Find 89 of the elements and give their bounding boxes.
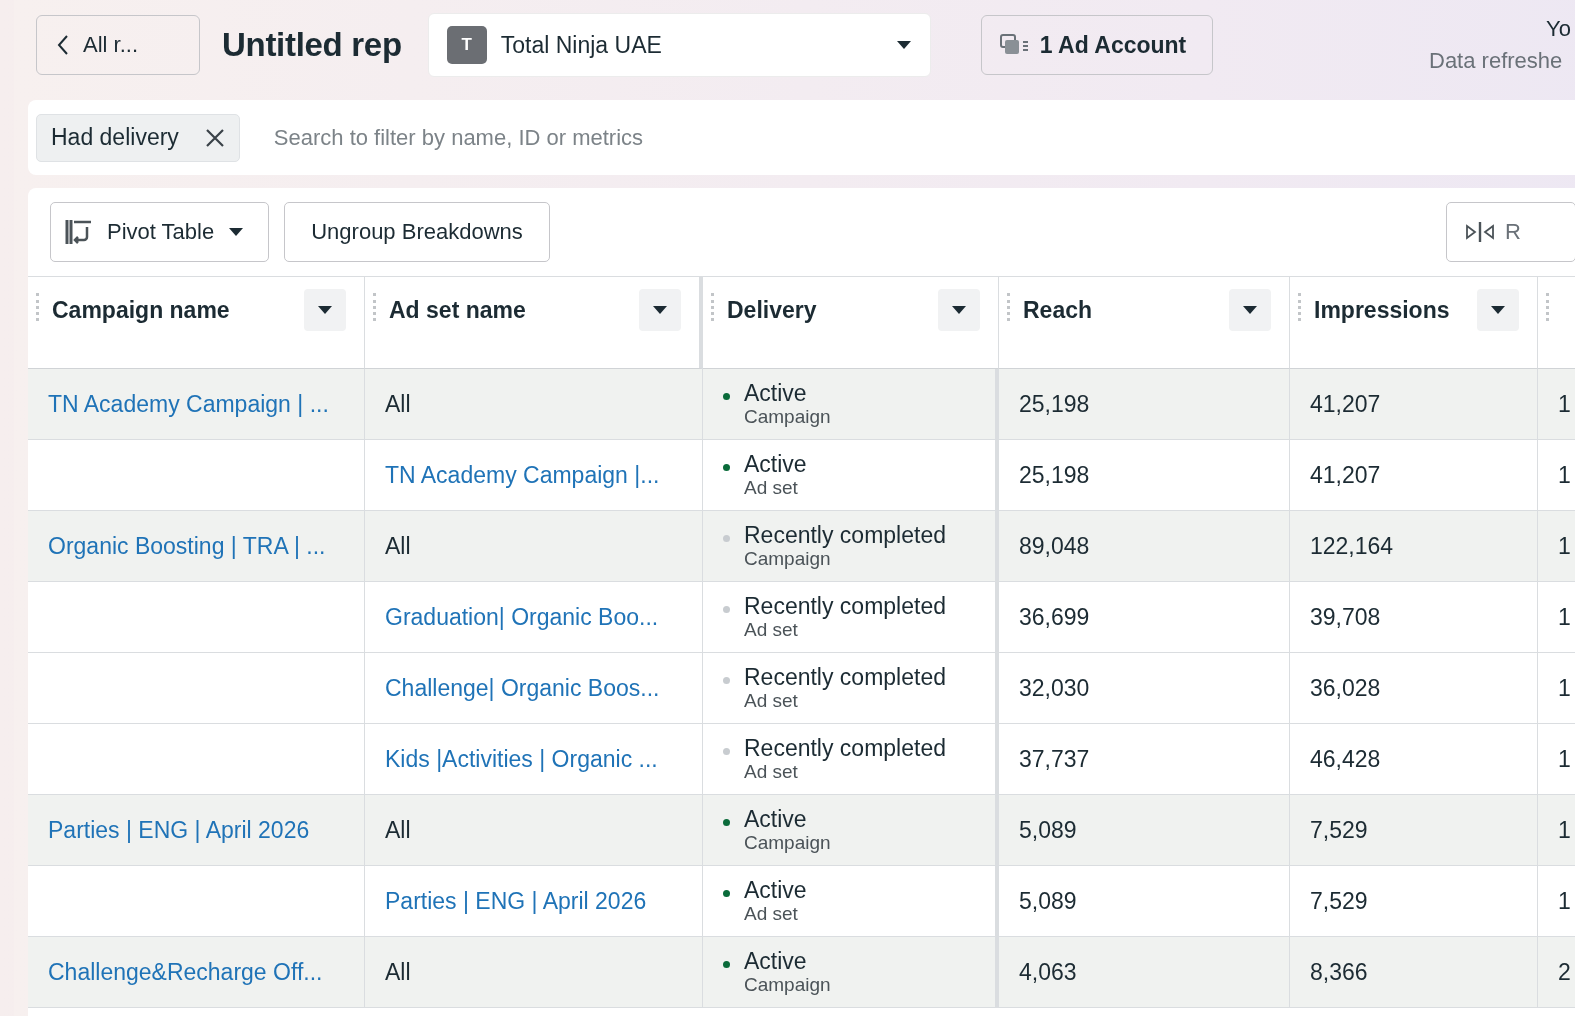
column-menu-button[interactable] — [304, 289, 346, 331]
filter-chip[interactable]: Had delivery — [36, 113, 240, 162]
caret-icon — [652, 305, 668, 315]
reach-value: 37,737 — [1019, 745, 1090, 773]
ad-set-link[interactable]: Parties | ENG | April 2026 — [385, 887, 647, 915]
delivery-level: Campaign — [744, 974, 831, 997]
cell-value: 1 — [1558, 816, 1571, 844]
delivery-level: Campaign — [744, 406, 831, 429]
column-menu-button[interactable] — [938, 289, 980, 331]
reach-value: 5,089 — [1019, 816, 1077, 844]
impressions-value: 41,207 — [1310, 390, 1381, 418]
reach-value: 4,063 — [1019, 958, 1077, 986]
pivot-icon — [65, 219, 93, 245]
reach-value: 25,198 — [1019, 390, 1090, 418]
ad-set-text: All — [385, 390, 411, 418]
delivery-status: Recently completed — [744, 734, 946, 762]
campaign-link[interactable]: TN Academy Campaign | ... — [48, 390, 329, 418]
cell-value: 1 — [1558, 745, 1571, 773]
reach-value: 89,048 — [1019, 532, 1090, 560]
campaign-link[interactable]: Organic Boosting | TRA | ... — [48, 532, 326, 560]
reach-value: 25,198 — [1019, 461, 1090, 489]
delivery-status: Active — [744, 379, 808, 407]
back-icon — [57, 34, 69, 56]
impressions-value: 41,207 — [1310, 461, 1381, 489]
account-avatar: T — [446, 26, 487, 64]
delivery-level: Campaign — [744, 832, 831, 855]
cell-value: 2 — [1558, 958, 1571, 986]
caret-icon — [1490, 305, 1506, 315]
ad-set-link[interactable]: Kids |Activities | Organic ... — [385, 745, 658, 773]
column-menu-button[interactable] — [639, 289, 681, 331]
ad-set-link[interactable]: Graduation| Organic Boo... — [385, 603, 659, 631]
reach-value: 32,030 — [1019, 674, 1090, 702]
delivery-level: Campaign — [744, 548, 832, 571]
compare-icon — [1465, 221, 1495, 243]
reach-value: 36,699 — [1019, 603, 1090, 631]
caret-icon — [317, 305, 333, 315]
delivery-level: Ad set — [744, 690, 799, 713]
impressions-value: 7,529 — [1310, 887, 1368, 915]
filter-label: Had delivery — [51, 124, 179, 151]
user-text: Yo — [1546, 16, 1571, 42]
ad-set-text: All — [385, 816, 411, 844]
impressions-value: 8,366 — [1310, 958, 1368, 986]
report-title: Untitled rep — [222, 26, 402, 64]
cell-value: 1 — [1558, 390, 1571, 418]
cell-value: 1 — [1558, 674, 1571, 702]
impressions-value: 46,428 — [1310, 745, 1381, 773]
impressions-value: 7,529 — [1310, 816, 1368, 844]
cell-value: 1 — [1558, 887, 1571, 915]
caret-icon — [228, 227, 245, 237]
delivery-level: Ad set — [744, 477, 799, 500]
delivery-status: Recently completed — [744, 521, 946, 549]
delivery-status: Active — [744, 450, 807, 478]
stack-icon — [999, 34, 1030, 56]
ad-set-text: All — [385, 958, 411, 986]
delivery-status: Active — [744, 947, 808, 975]
campaign-link[interactable]: Challenge&Recharge Off... — [48, 958, 323, 986]
cell-value: 1 — [1558, 461, 1571, 489]
delivery-status: Recently completed — [744, 663, 946, 691]
delivery-level: Ad set — [744, 761, 799, 784]
delivery-level: Ad set — [744, 619, 799, 642]
impressions-value: 122,164 — [1310, 532, 1394, 560]
ad-account-button[interactable]: 1 Ad Account — [980, 15, 1213, 75]
pivot-table-button[interactable]: Pivot Table — [50, 202, 270, 262]
cell-value: 1 — [1558, 603, 1571, 631]
column-menu-button[interactable] — [1477, 289, 1519, 331]
campaign-link[interactable]: Parties | ENG | April 2026 — [48, 816, 310, 844]
delivery-status: Recently completed — [744, 592, 946, 620]
refresh-text: Data refreshe — [1429, 48, 1563, 74]
reach-value: 5,089 — [1019, 887, 1077, 915]
caret-icon — [1242, 305, 1258, 315]
delivery-status: Active — [744, 805, 808, 833]
ad-set-link[interactable]: Challenge| Organic Boos... — [385, 674, 660, 702]
column-menu-button[interactable] — [1229, 289, 1271, 331]
impressions-value: 39,708 — [1310, 603, 1381, 631]
ungroup-button[interactable]: Ungroup Breakdowns — [284, 202, 550, 262]
account-name: Total Ninja UAE — [500, 31, 663, 59]
impressions-value: 36,028 — [1310, 674, 1381, 702]
back-button[interactable]: All r... — [36, 15, 200, 75]
cell-value: 1 — [1558, 532, 1571, 560]
caret-icon — [895, 40, 912, 50]
delivery-level: Ad set — [744, 903, 799, 926]
ad-set-link[interactable]: TN Academy Campaign |... — [385, 461, 660, 489]
ad-set-text: All — [385, 532, 411, 560]
compare-button[interactable]: R — [1446, 202, 1575, 262]
close-icon[interactable] — [204, 127, 225, 148]
account-select[interactable]: T Total Ninja UAE — [427, 13, 931, 77]
caret-icon — [951, 305, 967, 315]
delivery-status: Active — [744, 876, 807, 904]
search-field[interactable]: Search to filter by name, ID or metrics — [271, 123, 976, 152]
